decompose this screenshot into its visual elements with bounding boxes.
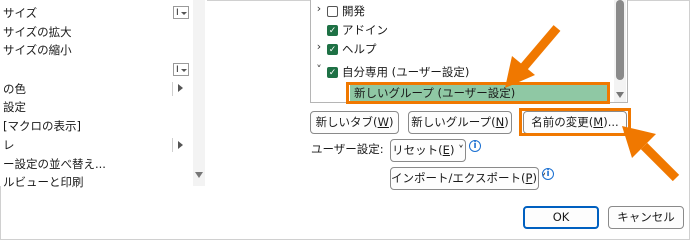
tree-item-label: アドイン <box>342 23 388 37</box>
tree-item-label: ヘルプ <box>342 42 377 56</box>
list-item-label: ー設定の並べ替え... <box>3 157 106 171</box>
pointer-arrow-icon <box>505 25 561 88</box>
chevron-down-icon[interactable]: ˅ <box>311 63 327 81</box>
info-icon[interactable]: i <box>469 140 481 152</box>
list-item-label: サイズの拡大 <box>3 25 72 39</box>
list-item[interactable]: ルビューと印刷 <box>3 173 84 191</box>
checkbox[interactable] <box>327 6 338 17</box>
list-item-label: 設定 <box>3 100 26 114</box>
reset-dropdown[interactable]: リセット(E) ˅ <box>390 139 466 162</box>
divider <box>172 82 173 96</box>
list-item[interactable]: サイズの拡大 <box>3 23 72 41</box>
list-item-label: ルビューと印刷 <box>3 175 84 189</box>
scrollbar-thumb[interactable] <box>616 0 624 80</box>
list-item-label: サイズ <box>3 6 38 20</box>
highlight-box <box>346 82 610 104</box>
submenu-arrow-icon <box>178 141 183 149</box>
pointer-arrow-icon <box>622 126 680 182</box>
scroll-down-icon[interactable] <box>616 92 624 98</box>
ibeam-dropdown-icon: I <box>173 6 189 19</box>
tree-item-label: 自分専用 (ユーザー設定) <box>342 65 470 79</box>
commands-list[interactable]: サイズ I サイズの拡大 サイズの縮小 I の色 設定 [マクロの表示] レ ー… <box>0 0 207 189</box>
list-item-label: レ <box>3 138 15 152</box>
left-scrollbar[interactable] <box>193 0 205 186</box>
scroll-down-icon[interactable] <box>195 172 203 178</box>
tree-item-label: 開発 <box>342 4 365 18</box>
chevron-right-icon[interactable]: › <box>311 2 327 20</box>
cancel-button[interactable]: キャンセル <box>608 206 684 229</box>
checkbox-checked[interactable]: ✓ <box>327 44 338 55</box>
new-tab-button[interactable]: 新しいタブ(W) <box>310 111 399 134</box>
list-item-label: の色 <box>3 82 26 96</box>
list-item[interactable]: レ <box>3 136 15 154</box>
list-item[interactable]: [マクロの表示] <box>3 117 81 135</box>
highlight-box <box>519 108 631 136</box>
submenu-arrow-icon <box>178 84 183 92</box>
checkbox-checked[interactable]: ✓ <box>327 25 338 36</box>
divider <box>172 138 173 152</box>
list-item-label: [マクロの表示] <box>3 119 81 133</box>
checkbox-checked[interactable]: ✓ <box>327 67 338 78</box>
list-item[interactable]: の色 <box>3 80 26 98</box>
new-group-button[interactable]: 新しいグループ(N) <box>408 111 512 134</box>
ibeam-dropdown-icon: I <box>173 63 189 76</box>
user-settings-label: ユーザー設定: <box>311 142 384 156</box>
list-item[interactable]: サイズの縮小 <box>3 41 72 59</box>
list-item[interactable]: ー設定の並べ替え... <box>3 155 106 173</box>
chevron-right-icon[interactable]: › <box>311 40 327 58</box>
info-icon[interactable]: i <box>542 168 554 180</box>
list-item[interactable]: サイズ <box>3 4 37 22</box>
list-item[interactable]: 設定 <box>3 98 26 116</box>
import-export-dropdown[interactable]: インポート/エクスポート(P) ˅ <box>390 167 546 190</box>
list-item-label: サイズの縮小 <box>3 43 72 57</box>
ok-button[interactable]: OK <box>523 206 599 229</box>
